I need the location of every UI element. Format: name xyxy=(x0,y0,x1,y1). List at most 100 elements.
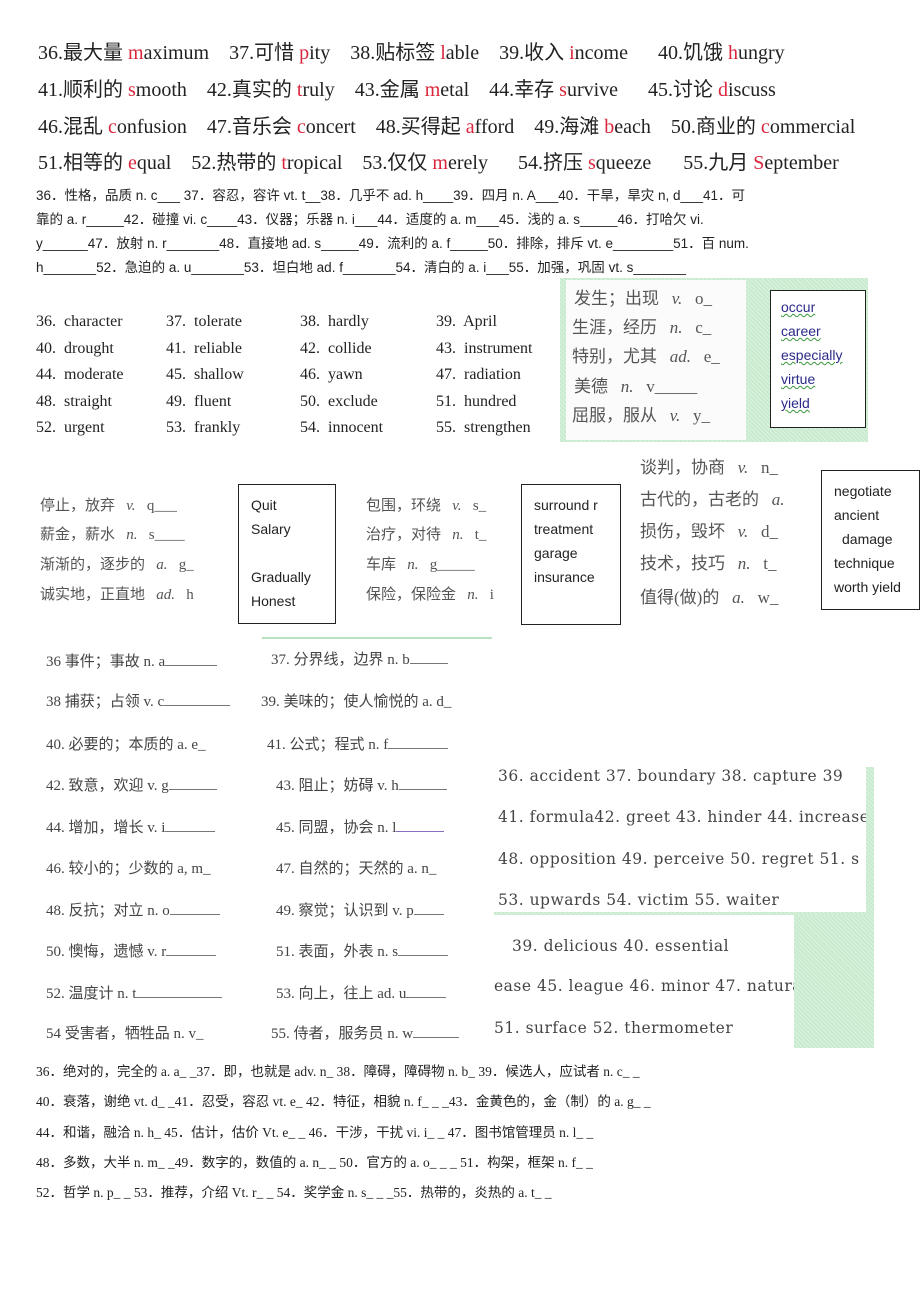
exercise-line: h_______52．急迫的 a. u_______53．坦白地 ad. f__… xyxy=(36,260,686,275)
vocab-item: 37.可惜 pity xyxy=(229,42,331,64)
answer-word: damage xyxy=(842,531,893,547)
clue-line: 技术，技巧 n. t_ xyxy=(640,554,777,573)
answer-line: ease 45. league 46. minor 47. natural xyxy=(494,977,794,995)
clue-line: 保险，保险金 n. i xyxy=(366,587,494,603)
clue-line: 渐渐的，逐步的 a. g_ xyxy=(40,557,194,573)
vocab-item: 49.海滩 beach xyxy=(534,116,651,138)
answer-word: ancient xyxy=(834,507,880,523)
answer-word: Quit xyxy=(251,497,277,513)
clue-line: 美德 n. v_____ xyxy=(574,377,698,396)
clue-line: 薪金，薪水 n. s____ xyxy=(40,527,185,543)
vocab-item: 43.金属 metal xyxy=(354,79,470,101)
vocab-row: 51.相等的 equal 52.热带的 tropical 53.仅仅 merely 5… xyxy=(38,146,859,175)
clue-line: 49. 察觉；认识到 v. p xyxy=(276,899,444,920)
vocab-item: 51.相等的 equal xyxy=(38,152,172,174)
answer-word: insurance xyxy=(534,569,595,585)
clue-line: 48. 反抗；对立 n. o xyxy=(46,899,220,920)
answer-cell: 49. fluent xyxy=(166,393,232,410)
answer-cell: 42. collide xyxy=(300,340,372,357)
answer-word: garage xyxy=(534,545,578,561)
answer-word: career xyxy=(781,323,821,339)
highlight-line xyxy=(262,637,492,639)
answer-line: 41. formula42. greet 43. hinder 44. incr… xyxy=(498,808,866,826)
clue-line: 53. 向上，往上 ad. u xyxy=(276,982,447,1003)
exercise-line: 52．哲学 n. p_ _ 53．推荐，介绍 Vt. r_ _ 54．奖学金 n… xyxy=(36,1185,552,1200)
exercise-line: 40．衰落，谢绝 vt. d_ _41．忍受，容忍 vt. e_ 42．特征，相… xyxy=(36,1094,651,1109)
vocab-row: 46.混乱 confusion 47.音乐会 concert 48.买得起 affo… xyxy=(38,110,875,139)
answer-cell: 47. radiation xyxy=(436,366,521,383)
answer-box-a: occur career especially virtue yield xyxy=(770,290,866,428)
clue-line: 41. 公式；程式 n. f xyxy=(267,733,449,754)
vocab-item: 36.最大量 maximum xyxy=(38,42,210,64)
clue-line: 车库 n. g_____ xyxy=(366,557,475,573)
answer-line: 53. upwards 54. victim 55. waiter xyxy=(498,891,780,909)
clue-line: 损伤，毁坏 v. d_ xyxy=(640,522,779,541)
answer-box-d: negotiate ancient damage technique worth… xyxy=(821,470,920,610)
answer-word: yield xyxy=(781,395,810,411)
vocab-item: 45.讨论 discuss xyxy=(648,79,776,101)
answer-cell: 54. innocent xyxy=(300,419,384,436)
answer-word: Salary xyxy=(251,521,291,537)
answer-cell: 50. exclude xyxy=(300,393,378,410)
vocab-item: 44.幸存 survive xyxy=(489,79,619,101)
answer-word: occur xyxy=(781,299,816,315)
vocab-item: 38.贴标签 lable xyxy=(350,42,480,64)
clue-line: 古代的，古老的 a. xyxy=(640,490,785,509)
answer-cell: 52. urgent xyxy=(36,419,105,436)
answer-cell: 40. drought xyxy=(36,340,114,357)
vocab-item: 42.真实的 truly xyxy=(206,79,335,101)
answer-line: 48. opposition 49. perceive 50. regret 5… xyxy=(498,850,860,868)
answer-panel-top: 36. accident 37. boundary 38. capture 39… xyxy=(494,767,866,912)
clue-line: 发生；出现 v. o_ xyxy=(574,289,713,308)
vocab-item: 50.商业的 commercial xyxy=(670,116,856,138)
clue-line: 46. 较小的；少数的 a, m_ xyxy=(46,861,211,877)
clue-line: 包围，环绕 v. s_ xyxy=(366,498,487,514)
vocab-item: 39.收入 income xyxy=(499,42,628,64)
clue-line: 值得(做)的 a. w_ xyxy=(640,588,779,607)
vocab-item: 55.九月 September xyxy=(683,152,839,174)
clue-line: 治疗，对待 n. t_ xyxy=(366,527,487,543)
answer-word: especially xyxy=(781,347,843,363)
clue-line: 47. 自然的；天然的 a. n_ xyxy=(276,861,437,877)
vocab-row: 41.顺利的 smooth 42.真实的 truly 43.金属 metal 44.幸… xyxy=(38,73,796,102)
clue-line: 停止，放弃 v. q___ xyxy=(40,498,177,514)
vocab-row: 36.最大量 maximum 37.可惜 pity 38.贴标签 lable 39.收… xyxy=(38,36,805,65)
highlight-region xyxy=(794,915,874,1048)
answer-word: virtue xyxy=(781,371,816,387)
answer-cell: 48. straight xyxy=(36,393,112,410)
clue-line: 45. 同盟，协会 n. l xyxy=(276,816,445,837)
vocab-item: 40.饥饿 hungry xyxy=(657,42,785,64)
answer-word: surround r xyxy=(534,497,598,513)
answer-cell: 39. April xyxy=(436,313,497,330)
clue-line: 屈服，服从 v. y_ xyxy=(572,406,711,425)
clue-line: 38 捕获；占领 v. c xyxy=(46,690,231,711)
answer-word: negotiate xyxy=(834,483,892,499)
clue-line: 39. 美味的；使人愉悦的 a. d_ xyxy=(261,694,452,710)
clue-line: 55. 侍者，服务员 n. w xyxy=(271,1022,460,1043)
clue-line: 诚实地，正直地 ad. h xyxy=(40,587,194,603)
clue-line: 50. 懊悔，遗憾 v. r xyxy=(46,940,217,961)
clue-line: 谈判，协商 v. n_ xyxy=(640,458,779,477)
answer-cell: 46. yawn xyxy=(300,366,363,383)
answer-cell: 44. moderate xyxy=(36,366,124,383)
vocab-item: 52.热带的 tropical xyxy=(191,152,343,174)
vocab-item: 41.顺利的 smooth xyxy=(38,79,187,101)
answer-word: worth yield xyxy=(834,579,901,595)
answer-box-b: Quit Salary Gradually Honest xyxy=(238,484,336,624)
answer-word-empty xyxy=(251,541,335,565)
answer-cell: 51. hundred xyxy=(436,393,517,410)
clue-line: 51. 表面，外表 n. s xyxy=(276,940,449,961)
answer-word: technique xyxy=(834,555,895,571)
answer-word: Gradually xyxy=(251,569,311,585)
vocab-item: 54.挤压 squeeze xyxy=(517,152,652,174)
exercise-line: 48．多数，大半 n. m_ _49．数字的，数值的 a. n_ _ 50．官方… xyxy=(36,1155,593,1170)
vocab-item: 47.音乐会 concert xyxy=(206,116,356,138)
exercise-line: 44．和谐，融洽 n. h_ 45．估计，估价 Vt. e_ _ 46．干涉，干… xyxy=(36,1125,594,1140)
clue-line: 生涯，经历 n. c_ xyxy=(572,318,712,337)
answer-panel-bottom: 39. delicious 40. essential ease 45. lea… xyxy=(494,937,794,1048)
exercise-line: 36．性格，品质 n. c___ 37．容忍，容许 vt. t__38．几乎不 … xyxy=(36,188,746,203)
exercise-line: 36．绝对的，完全的 a. a_ _37．即，也就是 adv. n_ 38．障碍… xyxy=(36,1064,640,1079)
answer-word: Honest xyxy=(251,593,296,609)
clue-line: 37. 分界线，边界 n. b xyxy=(271,648,448,669)
clue-line: 42. 致意，欢迎 v. g xyxy=(46,774,217,795)
